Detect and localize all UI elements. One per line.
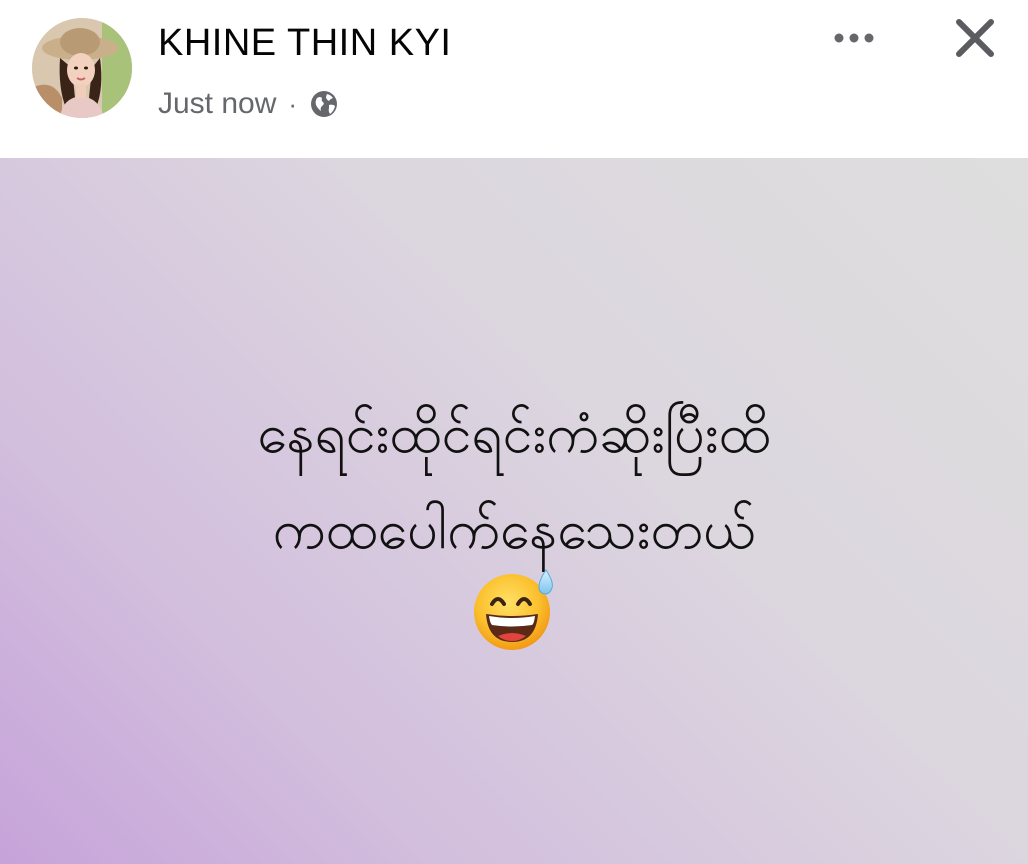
more-horizontal-icon <box>834 33 874 43</box>
post-timestamp[interactable]: Just now <box>158 87 276 121</box>
post-header: KHINE THIN KYI Just now · <box>0 0 1028 158</box>
post-text: နေရင်းထိုင်ရင်းကံဆိုးပြီးထိ ကထပေါက်နေသေး… <box>0 386 1028 578</box>
more-options-button[interactable] <box>826 18 882 58</box>
meta-separator: · <box>288 88 298 119</box>
close-button[interactable] <box>944 10 1006 66</box>
post-body: နေရင်းထိုင်ရင်းကံဆိုးပြီးထိ ကထပေါက်နေသေး… <box>0 158 1028 864</box>
author-name[interactable]: KHINE THIN KYI <box>158 22 451 65</box>
post-card: KHINE THIN KYI Just now · နေရင်းထိုင်ရင်… <box>0 0 1028 864</box>
post-meta: Just now · <box>158 84 339 124</box>
avatar[interactable] <box>32 18 132 118</box>
grinning-face-with-sweat-icon <box>474 569 553 650</box>
avatar-image <box>32 18 132 118</box>
close-icon <box>956 19 994 57</box>
post-text-line-1: နေရင်းထိုင်ရင်းကံဆိုးပြီးထိ <box>257 402 771 465</box>
globe-icon[interactable] <box>309 89 339 119</box>
